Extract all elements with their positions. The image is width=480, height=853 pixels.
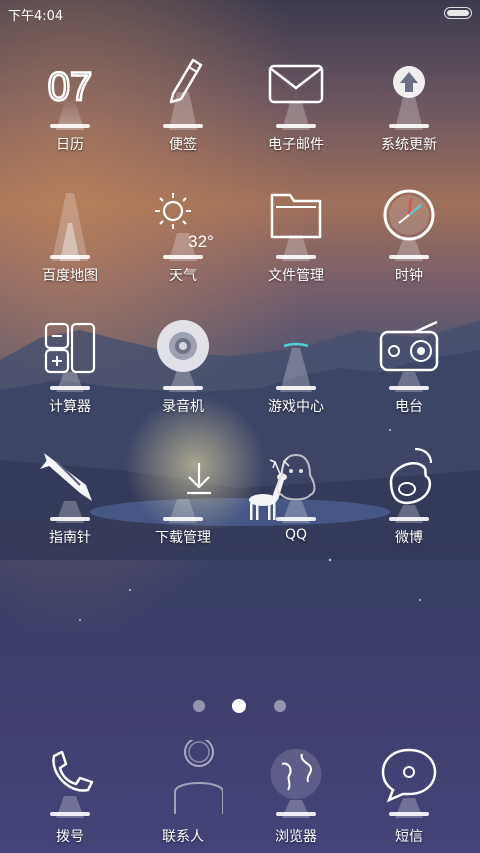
recorder-icon: [157, 320, 209, 392]
dock-contacts[interactable]: 联系人: [127, 740, 239, 853]
app-game-center[interactable]: 游戏中心: [240, 314, 352, 434]
envelope-icon: [268, 64, 324, 130]
page-dot[interactable]: [274, 700, 286, 712]
page-dot-active[interactable]: [232, 699, 246, 713]
app-label: QQ: [284, 527, 308, 543]
app-label: 下载管理: [155, 530, 211, 546]
game-center-icon: [276, 342, 316, 392]
app-label: 游戏中心: [268, 399, 324, 415]
app-recorder[interactable]: 录音机: [127, 314, 239, 434]
app-label: 系统更新: [381, 137, 437, 153]
app-label: 日历: [56, 137, 84, 153]
status-bar: 下午4:04: [0, 0, 480, 26]
app-notes[interactable]: 便签: [127, 52, 239, 172]
battery-icon: [444, 7, 472, 19]
app-calculator[interactable]: 计算器: [14, 314, 126, 434]
app-radio[interactable]: 电台: [353, 314, 465, 434]
message-bubble-icon: [381, 748, 437, 818]
weibo-icon: [389, 447, 433, 523]
app-label: 计算器: [49, 399, 91, 415]
phone-icon: [50, 750, 94, 818]
app-clock[interactable]: 时钟: [353, 183, 465, 303]
dock-dialer[interactable]: 拨号: [14, 740, 126, 853]
download-arrow-icon: [163, 463, 211, 523]
folder-icon: [270, 193, 322, 261]
calendar-icon: 07: [47, 64, 94, 130]
home-screen: 下午4:04 07 日历 便签 电子邮件 系统更新 百度地图 32° 天气 文件…: [0, 0, 480, 853]
app-system-update[interactable]: 系统更新: [353, 52, 465, 172]
contact-person-icon: [174, 740, 223, 814]
calculator-icon: [44, 322, 96, 392]
app-label: 录音机: [162, 399, 204, 415]
map-beam-icon: [50, 193, 90, 261]
status-time: 下午4:04: [8, 9, 64, 24]
app-calendar[interactable]: 07 日历: [14, 52, 126, 172]
page-indicator: [0, 698, 480, 714]
radio-icon: [379, 320, 439, 392]
app-label: 微博: [395, 530, 423, 546]
update-arrow-icon: [389, 66, 429, 130]
app-label: 联系人: [162, 829, 204, 845]
app-label: 指南针: [49, 530, 91, 546]
app-label: 时钟: [395, 268, 423, 284]
app-label: 拨号: [56, 829, 84, 845]
app-weibo[interactable]: 微博: [353, 445, 465, 565]
app-file-manager[interactable]: 文件管理: [240, 183, 352, 303]
app-baidu-map[interactable]: 百度地图: [14, 183, 126, 303]
dock-browser[interactable]: 浏览器: [240, 740, 352, 853]
weather-temperature: 32°: [188, 232, 214, 251]
sun-icon: 32°: [155, 193, 214, 261]
qq-penguin-icon: [276, 453, 316, 523]
app-label: 文件管理: [268, 268, 324, 284]
app-label: 天气: [169, 268, 197, 284]
app-label: 短信: [395, 829, 423, 845]
compass-icon: [40, 453, 92, 523]
app-label: 电子邮件: [268, 137, 324, 153]
globe-icon: [270, 748, 322, 818]
page-dot[interactable]: [193, 700, 205, 712]
app-email[interactable]: 电子邮件: [240, 52, 352, 172]
app-weather[interactable]: 32° 天气: [127, 183, 239, 303]
clock-icon: [383, 189, 435, 261]
dock-messages[interactable]: 短信: [353, 740, 465, 853]
calendar-date: 07: [48, 65, 93, 109]
app-label: 便签: [169, 137, 197, 153]
app-download-manager[interactable]: 下载管理: [127, 445, 239, 565]
app-label: 百度地图: [42, 268, 98, 284]
app-label: 浏览器: [275, 829, 317, 845]
pencil-icon: [163, 58, 203, 130]
app-qq[interactable]: QQ: [240, 445, 352, 565]
app-compass[interactable]: 指南针: [14, 445, 126, 565]
app-label: 电台: [395, 399, 423, 415]
